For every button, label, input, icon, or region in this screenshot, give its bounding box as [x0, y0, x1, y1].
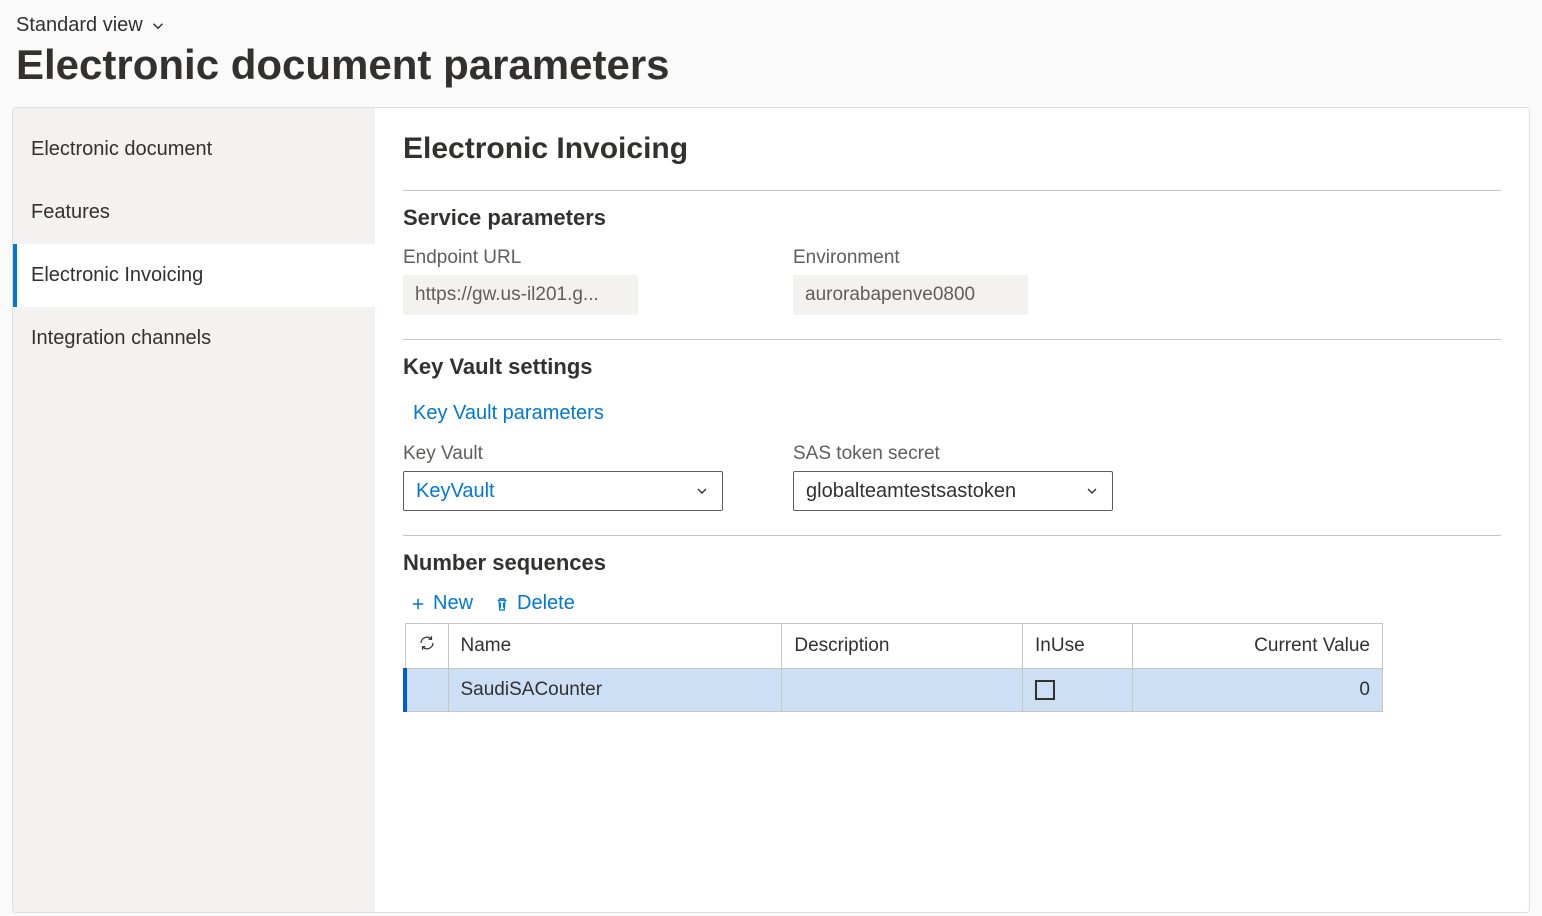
view-selector[interactable]: Standard view [16, 14, 167, 37]
key-vault-select[interactable]: KeyVault [403, 471, 723, 511]
section-key-vault: Key Vault settings Key Vault parameters … [403, 339, 1501, 511]
new-button-label: New [433, 592, 473, 615]
sidebar-item-label: Electronic document [31, 138, 212, 160]
cell-name[interactable]: SaudiSACounter [448, 669, 782, 712]
environment-label: Environment [793, 247, 1123, 269]
checkbox-icon[interactable] [1035, 680, 1055, 700]
numberseq-toolbar: New Delete [409, 592, 1501, 615]
delete-button[interactable]: Delete [493, 592, 575, 615]
section-title-numberseq: Number sequences [403, 550, 1501, 576]
keyvault-field-row: Key Vault KeyVault SAS token secret glob… [403, 443, 1501, 511]
refresh-icon [418, 634, 436, 652]
table-row[interactable]: SaudiSACounter 0 [405, 669, 1383, 712]
endpoint-url-input[interactable] [403, 275, 638, 315]
page-title: Electronic document parameters [16, 41, 1526, 89]
section-title-service: Service parameters [403, 205, 1501, 231]
sidebar-item-electronic-document[interactable]: Electronic document [13, 118, 375, 181]
view-label: Standard view [16, 14, 143, 37]
main-area: Electronic document Features Electronic … [12, 107, 1530, 913]
key-vault-value: KeyVault [416, 480, 495, 503]
sidebar: Electronic document Features Electronic … [13, 108, 375, 912]
sas-token-label: SAS token secret [793, 443, 1123, 465]
sidebar-item-label: Electronic Invoicing [31, 264, 203, 286]
endpoint-url-field: Endpoint URL [403, 247, 733, 315]
sidebar-item-electronic-invoicing[interactable]: Electronic Invoicing [13, 244, 375, 307]
sidebar-item-label: Features [31, 201, 110, 223]
delete-button-label: Delete [517, 592, 575, 615]
environment-field: Environment [793, 247, 1123, 315]
endpoint-url-label: Endpoint URL [403, 247, 733, 269]
new-button[interactable]: New [409, 592, 473, 615]
sidebar-item-label: Integration channels [31, 327, 211, 349]
cell-current[interactable]: 0 [1133, 669, 1383, 712]
plus-icon [409, 595, 427, 613]
sidebar-item-features[interactable]: Features [13, 181, 375, 244]
row-selector-cell[interactable] [405, 669, 448, 712]
section-title-keyvault: Key Vault settings [403, 354, 1501, 380]
section-service-parameters: Service parameters Endpoint URL Environm… [403, 190, 1501, 315]
page-header: Standard view Electronic document parame… [0, 0, 1542, 97]
trash-icon [493, 595, 511, 613]
key-vault-parameters-link[interactable]: Key Vault parameters [413, 402, 604, 425]
environment-input[interactable] [793, 275, 1028, 315]
content-pane: Electronic Invoicing Service parameters … [375, 108, 1529, 912]
col-name[interactable]: Name [448, 624, 782, 669]
cell-inuse[interactable] [1023, 669, 1133, 712]
col-current[interactable]: Current Value [1133, 624, 1383, 669]
key-vault-field: Key Vault KeyVault [403, 443, 733, 511]
col-inuse[interactable]: InUse [1023, 624, 1133, 669]
chevron-down-icon [149, 17, 167, 35]
chevron-down-icon [1084, 483, 1100, 499]
sas-token-value: globalteamtestsastoken [806, 480, 1016, 503]
sas-token-select[interactable]: globalteamtestsastoken [793, 471, 1113, 511]
table-header-row: Name Description InUse Current Value [405, 624, 1383, 669]
cell-description[interactable] [782, 669, 1023, 712]
refresh-header[interactable] [405, 624, 448, 669]
col-description[interactable]: Description [782, 624, 1023, 669]
service-field-row: Endpoint URL Environment [403, 247, 1501, 315]
section-number-sequences: Number sequences New Delete [403, 535, 1501, 712]
key-vault-label: Key Vault [403, 443, 733, 465]
chevron-down-icon [694, 483, 710, 499]
number-sequences-table: Name Description InUse Current Value Sau… [403, 623, 1383, 712]
sidebar-item-integration-channels[interactable]: Integration channels [13, 307, 375, 370]
content-title: Electronic Invoicing [403, 132, 1501, 166]
sas-token-field: SAS token secret globalteamtestsastoken [793, 443, 1123, 511]
